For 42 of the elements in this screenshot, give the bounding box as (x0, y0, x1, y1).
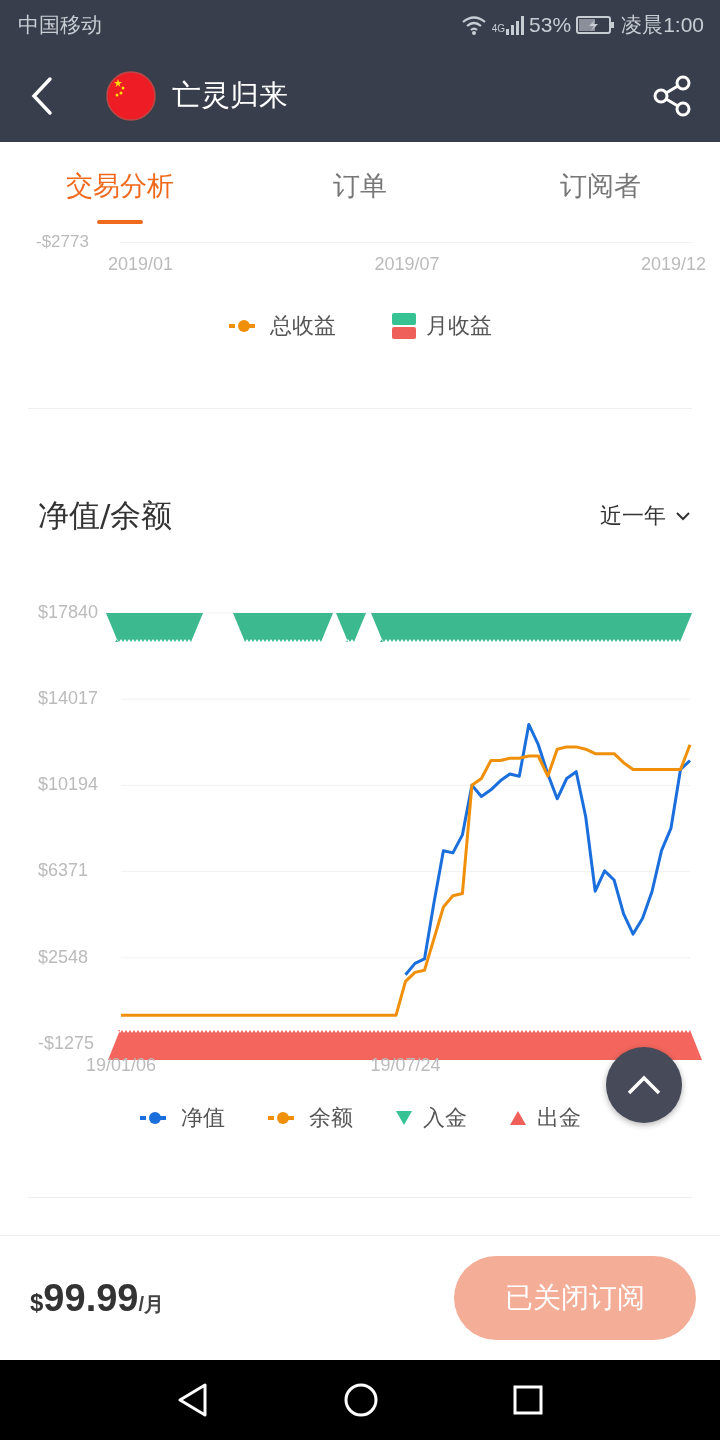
axis-label: $2548 (38, 946, 89, 967)
legend-label: 总收益 (270, 312, 336, 340)
clock-time: 凌晨1:00 (621, 12, 704, 38)
axis-label: $10194 (38, 774, 99, 795)
tab[interactable]: 订单 (240, 142, 480, 230)
axis-label: 2019/12 (640, 254, 706, 275)
axis-label: 2019/07 (374, 254, 440, 275)
tab[interactable]: 订阅者 (480, 142, 720, 230)
caret-icon (676, 511, 690, 521)
battery-percent: 53% (529, 13, 572, 37)
axis-label: $14017 (38, 687, 99, 708)
flag-icon (106, 71, 156, 121)
axis-label: $6371 (38, 860, 89, 881)
legend-label: 余额 (309, 1104, 353, 1132)
network-type: 4G (491, 23, 506, 34)
trader-name: 亡灵归来 (172, 77, 289, 114)
back-icon[interactable] (30, 76, 54, 116)
period-dropdown[interactable]: 近一年 (600, 501, 690, 531)
section-title: 净值/余额 (38, 496, 173, 535)
legend-label: 月收益 (426, 312, 492, 340)
price-amount: 99.99 (43, 1276, 139, 1320)
currency-symbol: $ (30, 1288, 44, 1317)
axis-label: 19/07/24 (370, 1055, 441, 1075)
chevron-up-icon (626, 1074, 662, 1096)
back-icon[interactable] (177, 1383, 210, 1417)
scroll-top-button[interactable] (606, 1047, 682, 1123)
axis-label: 19/01/06 (85, 1055, 157, 1075)
legend-label: 出金 (537, 1104, 581, 1132)
battery-icon (576, 15, 617, 35)
axis-label: -$1275 (38, 1032, 95, 1053)
legend-label: 入金 (423, 1104, 467, 1132)
price-unit: /月 (138, 1292, 164, 1317)
home-icon[interactable] (344, 1383, 378, 1417)
wifi-icon (460, 15, 487, 35)
tab[interactable]: 交易分析 (0, 142, 240, 230)
axis-label: $17840 (38, 601, 99, 622)
signal-icon (506, 15, 525, 35)
carrier-name: 中国移动 (18, 12, 102, 38)
recents-icon[interactable] (512, 1385, 543, 1415)
axis-label: -$2773 (36, 232, 90, 252)
axis-label: 2019/01 (108, 254, 174, 275)
legend-label: 净值 (181, 1104, 225, 1132)
